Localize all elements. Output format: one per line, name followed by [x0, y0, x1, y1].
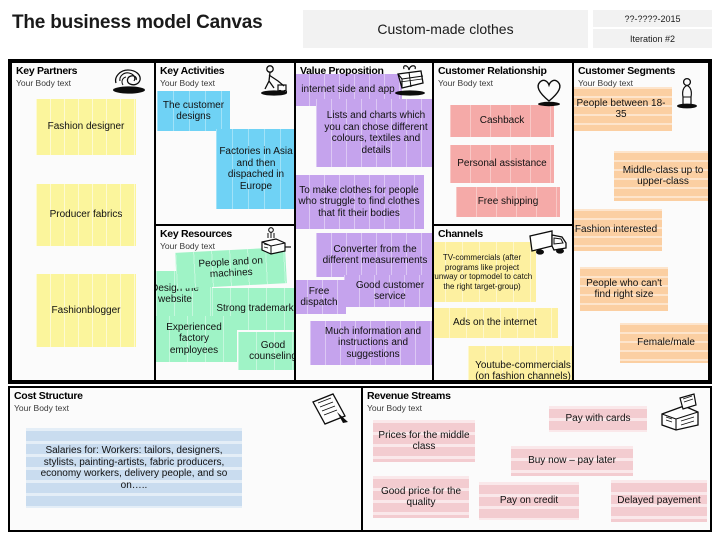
note-text: Pay on credit — [499, 495, 559, 507]
note-value-prop-2[interactable]: Lists and charts which you can chose dif… — [316, 99, 432, 167]
section-customer-segments[interactable]: Customer Segments Your Body text People … — [572, 61, 710, 382]
section-value-proposition[interactable]: Value Proposition internet side and app … — [294, 61, 434, 382]
note-revenue-1[interactable]: Prices for the middle class — [373, 420, 475, 462]
note-text: People between 18-35 — [576, 97, 666, 121]
note-channel-2[interactable]: Ads on the internet — [434, 308, 558, 338]
machine-icon — [254, 226, 292, 260]
note-text: Good price for the quality — [380, 485, 462, 509]
note-customer-seg-4[interactable]: People who can't find right size — [580, 267, 668, 311]
note-text: Female/male — [637, 337, 695, 349]
note-value-prop-4[interactable]: Converter from the different measurement… — [316, 233, 432, 277]
note-customer-seg-3[interactable]: Fashion interested — [574, 209, 662, 251]
note-key-resource-4[interactable]: Experienced factory employees — [156, 316, 237, 362]
project-title-box[interactable]: Custom-made clothes — [303, 10, 588, 48]
note-text: Strong trademark — [216, 303, 294, 315]
note-text: Fashionblogger — [51, 304, 121, 316]
section-key-partners[interactable]: Key Partners Your Body text Fashion desi… — [10, 61, 156, 382]
note-text: Much information and instructions and su… — [324, 325, 422, 360]
note-customer-seg-1[interactable]: People between 18-35 — [574, 87, 672, 131]
note-revenue-4[interactable]: Good price for the quality — [373, 476, 469, 518]
note-key-activity-2[interactable]: Factories in Asia and then dispached in … — [216, 129, 294, 209]
note-text: Converter from the different measurement… — [322, 243, 428, 267]
note-text: Fashion designer — [47, 121, 125, 133]
note-cost-structure-1[interactable]: Salaries for: Workers: tailors, designer… — [26, 428, 242, 508]
note-text: Fashion interested — [574, 224, 658, 236]
truck-icon — [526, 226, 570, 258]
section-key-resources[interactable]: Key Resources Your Body text Design the … — [154, 224, 296, 382]
note-text: TV-commercials (after programs like proj… — [432, 253, 533, 291]
note-text: Free dispatch — [300, 285, 338, 309]
heart-icon — [532, 77, 566, 107]
canvas-grid: Key Partners Your Body text Fashion desi… — [8, 59, 712, 384]
note-customer-rel-1[interactable]: Cashback — [450, 105, 554, 137]
handshake-icon — [108, 65, 150, 95]
note-revenue-3[interactable]: Buy now – pay later — [511, 446, 633, 476]
cost-structure-header: Cost Structure Your Body text — [14, 390, 357, 413]
cost-structure-title: Cost Structure — [14, 390, 83, 402]
business-model-canvas: The business model Canvas Custom-made cl… — [0, 0, 720, 540]
note-key-activity-1[interactable]: The customer designs — [157, 91, 230, 131]
section-customer-relationship[interactable]: Customer Relationship Your Body text Cas… — [432, 61, 574, 226]
note-text: Experienced factory employees — [166, 321, 222, 356]
note-key-resource-5[interactable]: Good counseling — [238, 332, 296, 370]
note-key-partner-1[interactable]: Fashion designer — [36, 99, 136, 155]
canvas-bottom-row: Cost Structure Your Body text Salaries f… — [8, 386, 712, 532]
note-customer-seg-5[interactable]: Female/male — [620, 323, 708, 363]
note-text: The customer designs — [162, 99, 225, 123]
note-revenue-6[interactable]: Delayed payement — [611, 480, 707, 522]
section-cost-structure[interactable]: Cost Structure Your Body text Salaries f… — [8, 386, 363, 532]
note-text: Delayed payement — [617, 495, 701, 507]
note-customer-rel-3[interactable]: Free shipping — [456, 187, 560, 217]
project-title: Custom-made clothes — [377, 21, 514, 37]
customer-segments-title: Customer Segments — [578, 65, 676, 77]
note-text: internet side and app — [301, 84, 395, 96]
note-value-prop-5[interactable]: Good customer service — [344, 275, 432, 307]
note-text: Factories in Asia and then dispached in … — [219, 146, 293, 192]
note-value-prop-7[interactable]: Much information and instructions and su… — [310, 321, 432, 365]
section-key-activities[interactable]: Key Activities Your Body text The custom… — [154, 61, 296, 226]
note-text: Free shipping — [477, 196, 539, 208]
note-customer-rel-2[interactable]: Personal assistance — [450, 145, 554, 183]
note-text: Salaries for: Workers: tailors, designer… — [40, 445, 228, 491]
invoice-icon — [307, 392, 351, 426]
iteration-box[interactable]: Iteration #2 — [593, 29, 712, 48]
note-text: People who can't find right size — [586, 277, 662, 301]
note-text: Ads on the internet — [453, 317, 537, 329]
note-text: Producer fabrics — [49, 209, 123, 221]
note-revenue-5[interactable]: Pay on credit — [479, 482, 579, 520]
note-text: Good counseling — [249, 339, 296, 363]
customer-relationship-title: Customer Relationship — [438, 65, 547, 77]
note-text: Pay with cards — [565, 413, 631, 425]
note-text: Youtube-commercials (on fashion channels… — [475, 359, 571, 382]
note-value-prop-6[interactable]: Free dispatch — [296, 280, 346, 314]
worker-icon — [254, 64, 290, 96]
note-key-partner-2[interactable]: Producer fabrics — [36, 184, 136, 246]
person-icon — [674, 77, 700, 109]
note-key-partner-3[interactable]: Fashionblogger — [36, 274, 136, 347]
date-box[interactable]: ??-????-2015 — [593, 10, 712, 27]
note-customer-seg-2[interactable]: Middle-class up to upper-class — [614, 151, 708, 201]
iteration-label: Iteration #2 — [629, 33, 676, 44]
note-revenue-2[interactable]: Pay with cards — [549, 406, 647, 432]
note-channel-3[interactable]: Youtube-commercials (on fashion channels… — [468, 346, 572, 382]
note-text: Good customer service — [355, 279, 425, 303]
note-text: Buy now – pay later — [528, 455, 616, 467]
date-label: ??-????-2015 — [624, 13, 681, 24]
note-text: Middle-class up to upper-class — [622, 164, 704, 188]
note-text: Cashback — [479, 115, 525, 127]
section-revenue-streams[interactable]: Revenue Streams Your Body text Prices fo… — [361, 386, 712, 532]
note-text: Personal assistance — [457, 158, 547, 170]
note-text: Prices for the middle class — [378, 429, 470, 453]
cost-structure-subtitle: Your Body text — [14, 403, 69, 413]
gift-icon — [390, 63, 430, 97]
note-channel-1[interactable]: TV-commercials (after programs like proj… — [432, 242, 536, 302]
cash-register-icon — [654, 392, 702, 432]
note-text: To make clothes for people who struggle … — [298, 184, 420, 219]
note-text: Lists and charts which you can chose dif… — [324, 110, 428, 156]
page-title: The business model Canvas — [12, 12, 263, 33]
note-value-prop-3[interactable]: To make clothes for people who struggle … — [296, 175, 424, 229]
section-channels[interactable]: Channels TV-commercials (after programs … — [432, 224, 574, 382]
